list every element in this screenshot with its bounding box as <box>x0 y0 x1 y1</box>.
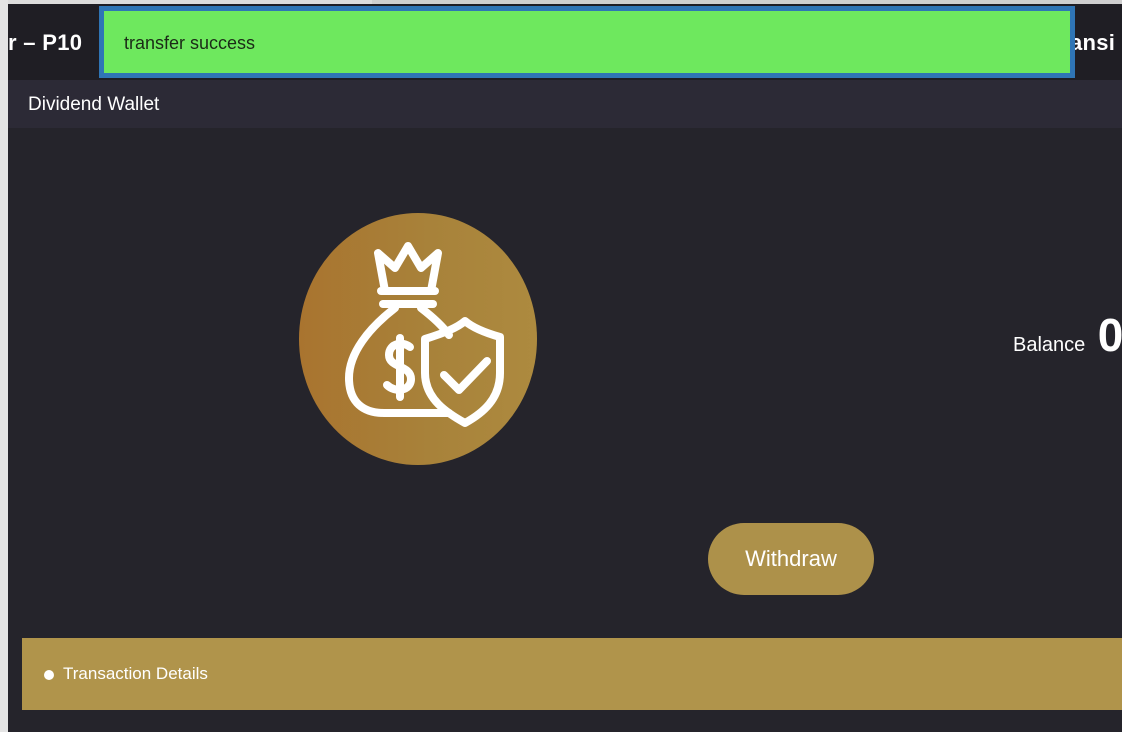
balance-display: Balance 0 <box>1013 308 1122 362</box>
wallet-subheader: Dividend Wallet <box>8 80 1122 128</box>
wallet-content: Balance 0 Withdraw Transaction Details <box>8 128 1122 732</box>
success-toast[interactable]: transfer success <box>99 6 1075 78</box>
page-title: r – P10 <box>8 30 83 55</box>
transaction-details-label: Transaction Details <box>63 664 208 683</box>
app-window: r – P10 ansi transfer success Dividend W… <box>0 0 1122 732</box>
balance-label: Balance <box>1013 334 1086 356</box>
money-bag-shield-icon <box>299 213 537 465</box>
wallet-title: Dividend Wallet <box>28 94 160 115</box>
toast-message: transfer success <box>124 33 256 53</box>
withdraw-button[interactable]: Withdraw <box>708 523 874 595</box>
balance-value: 0 <box>1097 309 1122 361</box>
transaction-details-bar[interactable]: Transaction Details <box>22 638 1122 710</box>
bullet-icon <box>44 670 54 680</box>
page-title-right: ansi <box>1070 30 1116 55</box>
window-edge <box>0 0 8 732</box>
